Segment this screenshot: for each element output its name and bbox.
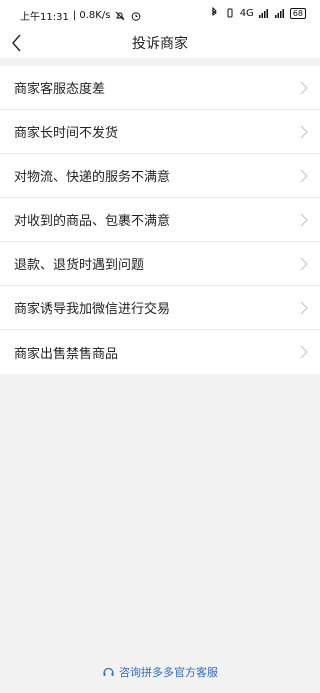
battery-level: 68 bbox=[292, 8, 303, 18]
chevron-right-icon bbox=[300, 213, 308, 227]
network-type: 4G bbox=[239, 7, 254, 19]
signal-icon-secondary bbox=[274, 9, 284, 18]
complaint-reason-list: 商家客服态度差 商家长时间不发货 对物流、快递的服务不满意 对收到的商品、包裹不… bbox=[0, 66, 320, 374]
status-bar: 上午11:31 | 0.8K/s 4G 68 bbox=[0, 0, 320, 28]
chevron-right-icon bbox=[300, 301, 308, 315]
status-left: 上午11:31 | 0.8K/s bbox=[20, 8, 142, 23]
list-item-label: 商家长时间不发货 bbox=[14, 126, 119, 141]
list-item-label: 对收到的商品、包裹不满意 bbox=[14, 214, 171, 229]
chevron-right-icon bbox=[300, 81, 308, 95]
vibrate-icon bbox=[227, 8, 233, 18]
list-item-prohibited-goods[interactable]: 商家出售禁售商品 bbox=[0, 330, 320, 374]
status-right: 4G 68 bbox=[208, 7, 306, 19]
chevron-right-icon bbox=[300, 125, 308, 139]
list-item-delayed-shipping[interactable]: 商家长时间不发货 bbox=[0, 110, 320, 154]
list-item-label: 对物流、快递的服务不满意 bbox=[14, 170, 171, 185]
chevron-right-icon bbox=[300, 169, 308, 183]
status-time: 上午11:31 bbox=[20, 12, 69, 23]
chevron-right-icon bbox=[300, 345, 308, 359]
bluetooth-icon bbox=[211, 7, 217, 16]
list-item-label: 商家客服态度差 bbox=[14, 82, 106, 97]
headset-icon bbox=[103, 667, 114, 676]
list-item-refund-return[interactable]: 退款、退货时遇到问题 bbox=[0, 242, 320, 286]
list-item-label: 商家出售禁售商品 bbox=[14, 346, 119, 362]
signal-icon bbox=[258, 9, 268, 18]
alarm-icon bbox=[132, 11, 141, 21]
official-support-label: 咨询拼多多官方客服 bbox=[119, 666, 218, 679]
list-item-received-goods[interactable]: 对收到的商品、包裹不满意 bbox=[0, 198, 320, 242]
list-item-wechat-induction[interactable]: 商家诱导我加微信进行交易 bbox=[0, 286, 320, 330]
list-item-label: 退款、退货时遇到问题 bbox=[14, 258, 145, 273]
bell-off-icon bbox=[116, 11, 125, 20]
chevron-right-icon bbox=[300, 257, 308, 271]
battery-icon: 68 bbox=[289, 7, 306, 19]
list-item-service-attitude[interactable]: 商家客服态度差 bbox=[0, 66, 320, 110]
list-item-label: 商家诱导我加微信进行交易 bbox=[14, 302, 171, 317]
official-support-link[interactable]: 咨询拼多多官方客服 bbox=[0, 664, 320, 680]
network-speed: | 0.8K/s bbox=[72, 10, 111, 21]
header-bar: 投诉商家 bbox=[0, 28, 320, 58]
page-title: 投诉商家 bbox=[132, 36, 188, 52]
list-item-logistics[interactable]: 对物流、快递的服务不满意 bbox=[0, 154, 320, 198]
